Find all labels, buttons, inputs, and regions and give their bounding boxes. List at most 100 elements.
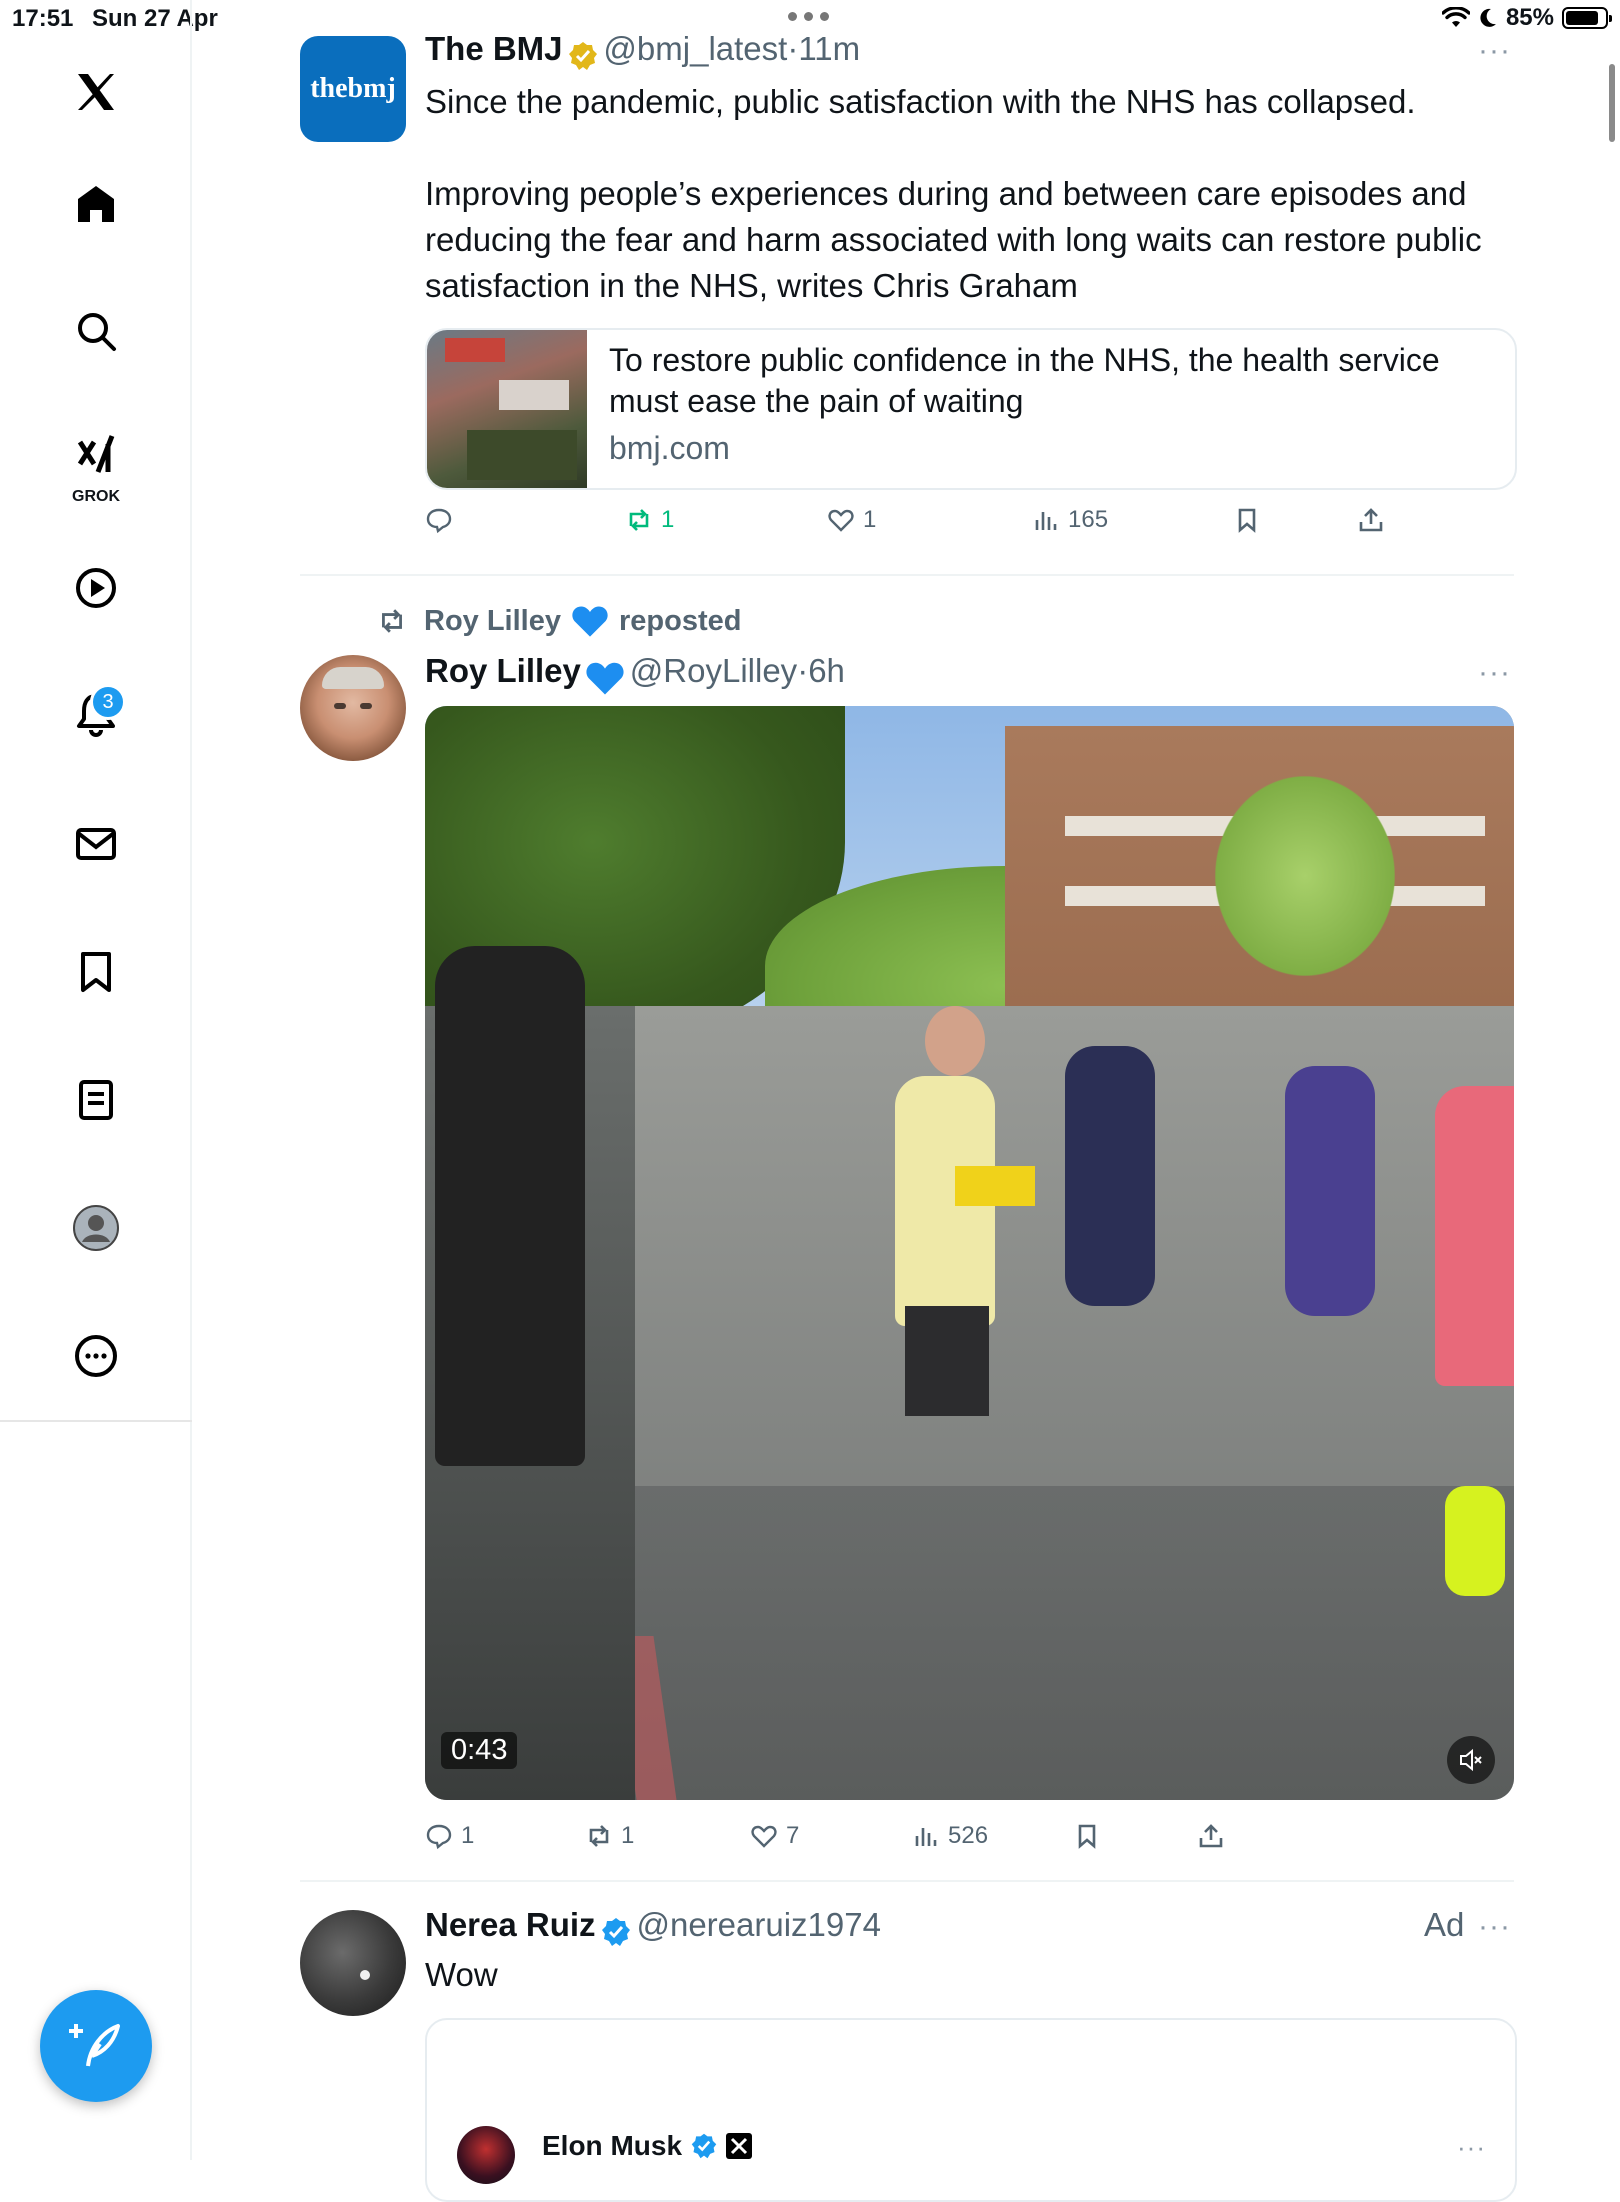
- bookmark-button[interactable]: [1073, 1822, 1101, 1850]
- like-count: 1: [863, 506, 877, 533]
- bookmarks-icon[interactable]: [56, 932, 136, 1012]
- dot-separator: ·: [797, 652, 809, 689]
- home-icon[interactable]: [56, 164, 136, 244]
- reply-button[interactable]: [425, 506, 461, 534]
- link-card-thumbnail: [427, 330, 587, 488]
- view-count: 165: [1068, 506, 1109, 533]
- sidebar: GROK 3: [0, 0, 192, 2160]
- link-card-domain: bmj.com: [609, 430, 730, 466]
- tweet-divider: [300, 574, 1514, 576]
- author-handle[interactable]: @RoyLilley: [630, 652, 797, 689]
- view-count: 526: [948, 1822, 989, 1849]
- share-button[interactable]: [1197, 1822, 1225, 1850]
- bmj-avatar[interactable]: thebmj: [300, 36, 406, 142]
- tweet-text: Improving people’s experiences during an…: [425, 175, 1482, 304]
- search-icon[interactable]: [56, 291, 136, 371]
- more-options-icon[interactable]: ···: [1478, 1910, 1511, 1944]
- tweet-time[interactable]: 6h: [808, 652, 845, 689]
- video-player[interactable]: 0:43: [425, 706, 1514, 1800]
- tweet-time[interactable]: 11m: [798, 30, 860, 67]
- share-icon: [1359, 508, 1383, 532]
- scrollbar[interactable]: [1609, 64, 1615, 142]
- more-icon[interactable]: [56, 1316, 136, 1396]
- dot-separator: ·: [787, 30, 799, 67]
- compose-icon: [69, 2024, 120, 2067]
- like-button[interactable]: 1: [827, 506, 876, 534]
- x-logo-icon[interactable]: [56, 52, 136, 132]
- ad-label[interactable]: Ad: [1424, 1906, 1464, 1944]
- views-button[interactable]: 165: [1032, 506, 1108, 534]
- verified-blue-icon: [691, 2133, 717, 2159]
- like-count: 7: [786, 1822, 800, 1849]
- tweet-header: Nerea Ruiz @nerearuiz1974: [425, 1906, 881, 1948]
- verified-gold-icon: [568, 41, 597, 70]
- roy-lilley-avatar[interactable]: [300, 655, 406, 761]
- profile-icon[interactable]: [56, 1188, 136, 1268]
- tweet-header: Roy Lilley @RoyLilley·6h: [425, 652, 845, 696]
- author-name[interactable]: Roy Lilley: [425, 652, 581, 689]
- more-options-icon[interactable]: ···: [1478, 656, 1511, 690]
- wifi-icon: [1441, 7, 1470, 27]
- notifications-icon[interactable]: 3: [56, 674, 136, 754]
- repost-button[interactable]: 1: [585, 1822, 634, 1850]
- views-icon: [1035, 512, 1057, 530]
- tweet-text: Since the pandemic, public satisfaction …: [425, 83, 1416, 120]
- tweet-actions: 1 1 165: [425, 506, 1525, 546]
- compose-button[interactable]: [40, 1990, 152, 2102]
- tweet-divider: [300, 1880, 1514, 1882]
- more-options-icon[interactable]: ···: [1478, 34, 1511, 68]
- video-icon[interactable]: [56, 548, 136, 628]
- author-name[interactable]: The BMJ: [425, 30, 563, 67]
- multitasking-dots-icon[interactable]: [788, 12, 834, 22]
- lists-icon[interactable]: [56, 1060, 136, 1140]
- views-button[interactable]: 526: [912, 1822, 988, 1850]
- notification-badge: 3: [90, 684, 126, 720]
- x-affiliate-badge-icon: [726, 2133, 753, 2159]
- repost-button[interactable]: 1: [625, 506, 674, 534]
- grok-label: GROK: [72, 488, 120, 505]
- bookmark-button[interactable]: [1233, 506, 1261, 534]
- reposted-label: reposted: [619, 604, 742, 637]
- quoted-author-name[interactable]: Elon Musk: [542, 2130, 682, 2162]
- moon-icon: [1480, 8, 1496, 27]
- share-icon: [1199, 1824, 1223, 1848]
- quoted-tweet[interactable]: Elon Musk ···: [425, 2018, 1517, 2202]
- reposter-name[interactable]: Roy Lilley: [424, 605, 561, 638]
- bmj-avatar-text: thebmj: [310, 73, 396, 104]
- nerea-ruiz-avatar[interactable]: [300, 1910, 406, 2016]
- link-card[interactable]: To restore public confidence in the NHS,…: [425, 328, 1517, 490]
- video-duration: 0:43: [441, 1732, 518, 1769]
- battery-percent: 85%: [1505, 4, 1554, 31]
- bookmark-icon: [1238, 508, 1256, 533]
- grok-icon[interactable]: GROK: [56, 418, 136, 505]
- muted-speaker-icon: [1460, 1748, 1482, 1772]
- status-right: 85%: [1441, 4, 1612, 32]
- repost-context-icon: [382, 609, 402, 633]
- repost-context: Roy Lilley reposted: [376, 604, 741, 638]
- reply-icon: [426, 508, 452, 534]
- views-icon: [915, 1828, 937, 1846]
- repost-count: 1: [621, 1822, 635, 1849]
- repost-icon: [629, 509, 649, 531]
- heart-icon: [751, 1825, 777, 1848]
- quoted-avatar[interactable]: [457, 2126, 515, 2184]
- tweet-header: The BMJ @bmj_latest·11m: [425, 30, 860, 72]
- author-handle[interactable]: @nerearuiz1974: [636, 1906, 881, 1943]
- quoted-header: Elon Musk: [542, 2130, 753, 2162]
- share-button[interactable]: [1357, 506, 1385, 534]
- reply-count: 1: [461, 1822, 475, 1849]
- reply-icon: [426, 1824, 452, 1850]
- like-button[interactable]: 7: [750, 1822, 799, 1850]
- verified-blue-icon: [602, 1917, 631, 1946]
- tweet-text: Wow: [425, 1956, 498, 1993]
- sidebar-divider: [0, 1420, 192, 1422]
- repost-icon: [589, 1825, 609, 1847]
- blue-heart-icon: [586, 662, 624, 695]
- reply-button[interactable]: 1: [425, 1822, 474, 1850]
- messages-icon[interactable]: [56, 804, 136, 884]
- quoted-more-icon[interactable]: ···: [1457, 2132, 1486, 2163]
- author-handle[interactable]: @bmj_latest: [603, 30, 787, 67]
- author-name[interactable]: Nerea Ruiz: [425, 1906, 596, 1943]
- mute-button[interactable]: [1447, 1736, 1495, 1784]
- repost-count: 1: [661, 506, 675, 533]
